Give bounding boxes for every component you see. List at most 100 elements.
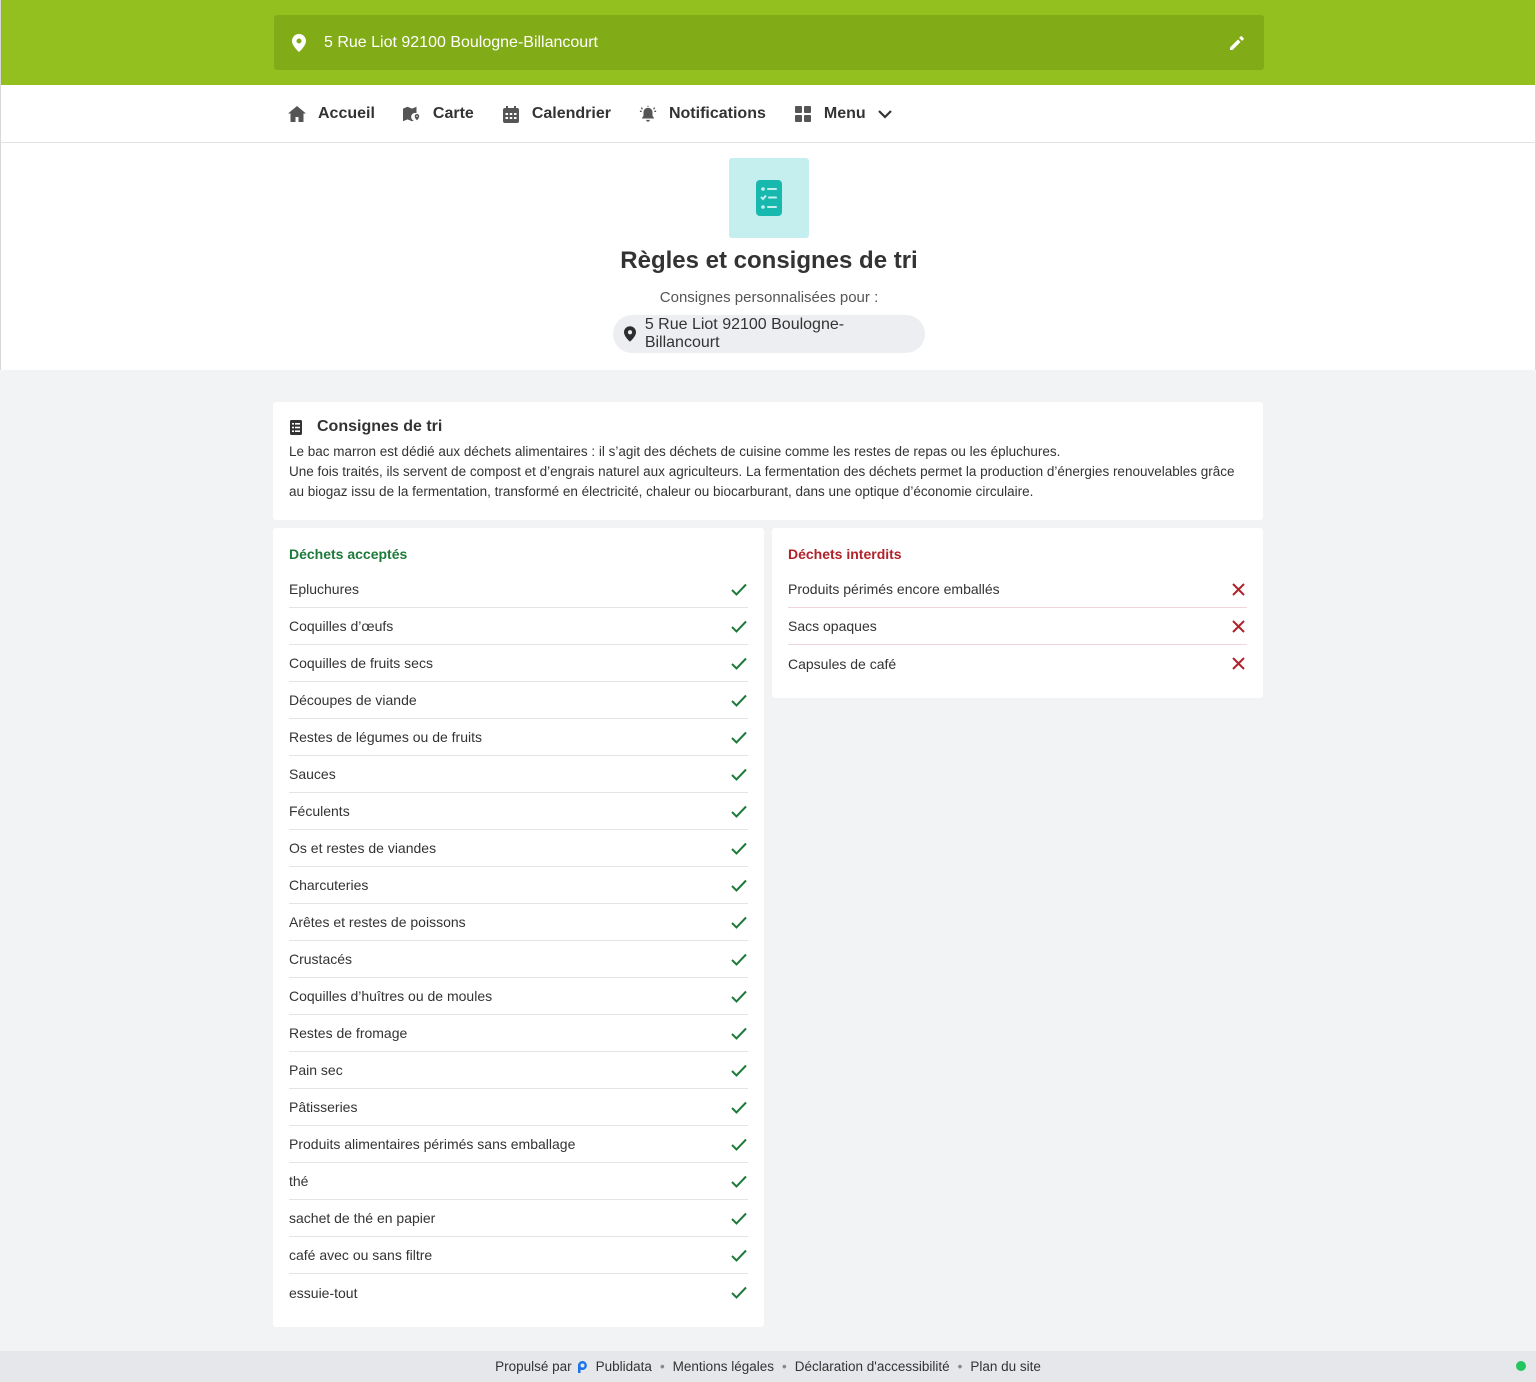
map-icon [402,105,421,123]
nav-item-calendrier[interactable]: Calendrier [488,85,625,143]
intro-paragraph: Le bac marron est dédié aux déchets alim… [289,444,1061,459]
list-item-label: thé [289,1173,309,1189]
footer-link-mentions[interactable]: Mentions légales [673,1359,774,1374]
forbidden-card: Déchets interdits Produits périmés encor… [772,528,1263,698]
list-item: essuie-tout [289,1274,748,1311]
footer-link-sitemap[interactable]: Plan du site [970,1359,1041,1374]
page-subtitle: Consignes personnalisées pour : [659,289,879,306]
check-icon [730,1061,748,1079]
check-icon [730,950,748,968]
list-item-label: Os et restes de viandes [289,840,437,856]
list-item: Sacs opaques [788,608,1247,645]
list-item: Coquilles d’œufs [289,608,748,645]
footer-separator: • [781,1359,787,1374]
list-item: Sauces [289,756,748,793]
nav-label: Calendrier [531,105,611,122]
list-item: café avec ou sans filtre [289,1237,748,1274]
list-item: Capsules de café [788,645,1247,682]
list-item: Os et restes de viandes [289,830,748,867]
list-item-label: Coquilles d’huîtres ou de moules [289,988,493,1004]
accepted-title: Déchets acceptés [289,546,408,562]
list-item-label: Sacs opaques [788,618,877,634]
list-item: Restes de légumes ou de fruits [289,719,748,756]
footer: Propulsé par Publidata • Mentions légale… [0,1351,1536,1382]
check-icon [730,617,748,635]
page-title: Règles et consignes de tri [620,247,918,274]
check-icon [730,876,748,894]
list-item: Arêtes et restes de poissons [289,904,748,941]
cross-icon [1229,617,1247,635]
checklist-icon [729,158,809,238]
check-icon [730,1246,748,1264]
powered-by: Propulsé par Publidata [495,1359,652,1374]
list-item: Pâtisseries [289,1089,748,1126]
footer-link-accessibility[interactable]: Déclaration d'accessibilité [795,1359,950,1374]
status-indicator [1516,1361,1526,1371]
list-item-label: Féculents [289,803,350,819]
map-pin-icon [623,325,637,343]
list-item-label: Produits périmés encore emballés [788,581,1000,597]
list-item: Découpes de viande [289,682,748,719]
check-icon [730,913,748,931]
check-icon [730,691,748,709]
nav-label: Accueil [318,105,375,122]
accepted-card: Déchets acceptés Epluchures Coquilles d’œ… [273,528,764,1327]
check-icon [730,728,748,746]
nav-item-accueil[interactable]: Accueil [274,85,389,143]
list-item-label: Restes de légumes ou de fruits [289,729,482,745]
check-icon [730,1135,748,1153]
check-icon [730,1098,748,1116]
home-icon [288,105,306,123]
list-item: Restes de fromage [289,1015,748,1052]
check-icon [730,1284,748,1302]
list-item: Pain sec [289,1052,748,1089]
list-item-label: Restes de fromage [289,1025,408,1041]
check-icon [730,1209,748,1227]
cross-icon [1229,580,1247,598]
nav-item-notifications[interactable]: Notifications [625,85,780,143]
cross-icon [1229,655,1247,673]
address-chip-text: 5 Rue Liot 92100 Boulogne-Billancourt [644,316,845,351]
check-icon [730,580,748,598]
nav-label: Carte [432,105,474,122]
list-item-label: Epluchures [289,581,360,597]
pencil-icon[interactable] [1226,32,1248,54]
publidata-logo-icon [578,1360,588,1373]
grid-icon [794,105,812,123]
list-item-label: Produits alimentaires périmés sans embal… [289,1136,576,1152]
list-item: Charcuteries [289,867,748,904]
intro-title: Consignes de tri [317,418,443,435]
top-bar: 5 Rue Liot 92100 Boulogne-Billancourt [0,0,1536,85]
list-item: Produits alimentaires périmés sans embal… [289,1126,748,1163]
list-icon [289,419,303,435]
list-item-label: café avec ou sans filtre [289,1247,433,1263]
powered-by-label: Propulsé par [495,1359,572,1374]
list-item-label: Pain sec [289,1062,343,1078]
footer-separator: • [659,1359,665,1374]
bell-icon [639,105,657,123]
list-item-label: Coquilles de fruits secs [289,655,433,671]
list-item-label: Pâtisseries [289,1099,358,1115]
list-item: thé [289,1163,748,1200]
nav-item-carte[interactable]: Carte [389,85,488,143]
footer-separator: • [957,1359,963,1374]
accepted-list: Epluchures Coquilles d’œufs Coquilles de f… [289,571,748,1311]
list-item-label: Coquilles d’œufs [289,618,394,634]
intro-card: Consignes de tri Le bac marron est dédié… [273,402,1263,520]
check-icon [730,1172,748,1190]
list-item: Coquilles de fruits secs [289,645,748,682]
list-item-label: Charcuteries [289,877,369,893]
publidata-link[interactable]: Publidata [596,1359,652,1374]
nav-label: Menu [823,105,866,122]
address-bar[interactable]: 5 Rue Liot 92100 Boulogne-Billancourt [274,15,1264,70]
check-icon [730,987,748,1005]
check-icon [730,839,748,857]
navbar: Accueil Carte Calendrier Notifications M… [0,85,1536,143]
list-item-label: sachet de thé en papier [289,1210,436,1226]
list-item-label: Crustacés [289,951,353,967]
check-icon [730,654,748,672]
nav-label: Notifications [668,105,766,122]
list-item: sachet de thé en papier [289,1200,748,1237]
nav-item-menu[interactable]: Menu [780,85,906,143]
list-item: Crustacés [289,941,748,978]
